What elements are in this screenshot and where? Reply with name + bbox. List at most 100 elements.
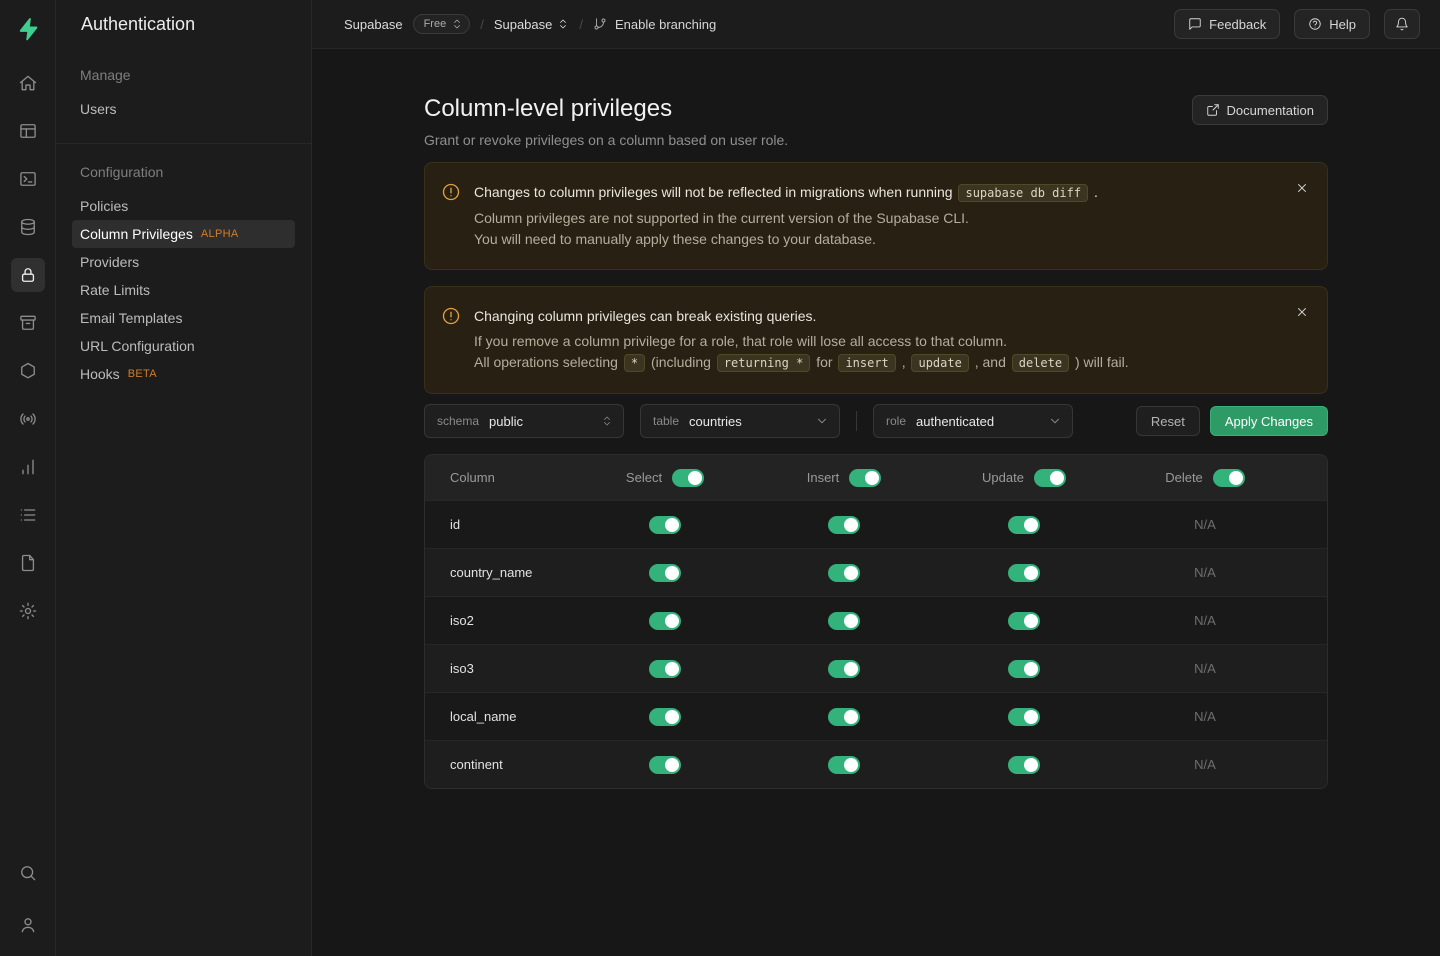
close-banner-button[interactable] [1288, 174, 1316, 202]
toggle-knob [665, 758, 679, 772]
filter-bar: schema public table countries role authe… [424, 404, 1328, 438]
sidebar-item-rate-limits[interactable]: Rate Limits [72, 276, 295, 304]
main-area: Supabase Free / Supabase / Enable branch… [312, 0, 1440, 956]
update-toggle[interactable] [1008, 708, 1040, 726]
feedback-button[interactable]: Feedback [1174, 9, 1280, 39]
toggle-knob [844, 566, 858, 580]
insert-cell [755, 516, 933, 534]
sidebar-item-providers[interactable]: Providers [72, 248, 295, 276]
rail-item-edge-functions[interactable] [11, 354, 45, 388]
content-scroll[interactable]: Column-level privileges Grant or revoke … [312, 49, 1440, 956]
update-cell [933, 756, 1115, 774]
select-toggle[interactable] [649, 564, 681, 582]
table-editor-icon [18, 121, 38, 141]
select-toggle[interactable] [649, 660, 681, 678]
select-toggle[interactable] [649, 756, 681, 774]
privileges-table: Column Select Insert Update [424, 454, 1328, 789]
rail-nav [11, 66, 45, 628]
insert-toggle[interactable] [828, 516, 860, 534]
select-toggle[interactable] [649, 612, 681, 630]
rail-item-sql-editor[interactable] [11, 162, 45, 196]
update-toggle[interactable] [1008, 756, 1040, 774]
insert-all-toggle[interactable] [849, 469, 881, 487]
sidebar-item-url-configuration[interactable]: URL Configuration [72, 332, 295, 360]
column-name: iso2 [425, 613, 575, 628]
select-toggle[interactable] [649, 516, 681, 534]
apply-changes-button[interactable]: Apply Changes [1210, 406, 1328, 436]
rail-item-home[interactable] [11, 66, 45, 100]
reset-button[interactable]: Reset [1136, 406, 1200, 436]
insert-toggle[interactable] [828, 660, 860, 678]
update-all-toggle[interactable] [1034, 469, 1066, 487]
code-chip: returning * [717, 354, 810, 372]
table-value: countries [689, 414, 805, 429]
banner-body: Changing column privileges can break exi… [474, 306, 1129, 374]
toggle-knob [1229, 471, 1243, 485]
topbar: Supabase Free / Supabase / Enable branch… [312, 0, 1440, 49]
toggle-knob [1024, 758, 1038, 772]
close-banner-button[interactable] [1288, 298, 1316, 326]
warning-icon [441, 182, 461, 250]
rail-item-account[interactable] [11, 908, 45, 942]
update-toggle[interactable] [1008, 612, 1040, 630]
documentation-button[interactable]: Documentation [1192, 95, 1328, 125]
column-name: country_name [425, 565, 575, 580]
rail-item-authentication[interactable] [11, 258, 45, 292]
toggle-knob [1024, 614, 1038, 628]
table-select[interactable]: table countries [640, 404, 840, 438]
update-toggle[interactable] [1008, 564, 1040, 582]
schema-value: public [489, 414, 591, 429]
banner-text: Changes to column privileges will not be… [474, 184, 953, 200]
sidebar-item-label: Providers [80, 254, 139, 270]
rail-item-api-docs[interactable] [11, 546, 45, 580]
banner-text: If you remove a column privilege for a r… [474, 331, 1129, 352]
insert-toggle[interactable] [828, 564, 860, 582]
sidebar-item-column-privileges[interactable]: Column Privileges ALPHA [72, 220, 295, 248]
supabase-logo[interactable] [11, 12, 45, 46]
chevron-down-icon [815, 414, 829, 428]
toggle-knob [665, 518, 679, 532]
sidebar-item-policies[interactable]: Policies [72, 192, 295, 220]
plan-badge[interactable]: Free [413, 14, 471, 34]
rail-item-table-editor[interactable] [11, 114, 45, 148]
update-cell [933, 708, 1115, 726]
code-chip: supabase db diff [958, 184, 1088, 202]
org-name[interactable]: Supabase [344, 17, 403, 32]
sidebar-item-users[interactable]: Users [72, 95, 295, 123]
page-subtitle: Grant or revoke privileges on a column b… [424, 132, 788, 148]
git-branch-icon [593, 17, 607, 31]
insert-toggle[interactable] [828, 708, 860, 726]
sidebar-item-hooks[interactable]: Hooks BETA [72, 360, 295, 388]
table-row: iso3 N/A [425, 644, 1327, 692]
rail-item-logs[interactable] [11, 498, 45, 532]
help-button[interactable]: Help [1294, 9, 1370, 39]
toggle-knob [1050, 471, 1064, 485]
beta-badge: BETA [128, 368, 157, 380]
rail-item-storage[interactable] [11, 306, 45, 340]
select-toggle[interactable] [649, 708, 681, 726]
reports-icon [18, 457, 38, 477]
rail-item-settings[interactable] [11, 594, 45, 628]
schema-select[interactable]: schema public [424, 404, 624, 438]
rail-item-realtime[interactable] [11, 402, 45, 436]
sidebar-item-email-templates[interactable]: Email Templates [72, 304, 295, 332]
insert-toggle[interactable] [828, 612, 860, 630]
enable-branching-button[interactable]: Enable branching [593, 17, 716, 32]
update-toggle[interactable] [1008, 660, 1040, 678]
role-value: authenticated [916, 414, 1038, 429]
code-chip: insert [838, 354, 895, 372]
bell-icon [1395, 17, 1409, 31]
update-toggle[interactable] [1008, 516, 1040, 534]
feedback-label: Feedback [1209, 17, 1266, 32]
rail-item-database[interactable] [11, 210, 45, 244]
rail-item-reports[interactable] [11, 450, 45, 484]
chevron-down-icon [1048, 414, 1062, 428]
rail-item-search[interactable] [11, 856, 45, 890]
project-selector[interactable]: Supabase [494, 17, 570, 32]
select-all-toggle[interactable] [672, 469, 704, 487]
insert-toggle[interactable] [828, 756, 860, 774]
update-cell [933, 612, 1115, 630]
delete-all-toggle[interactable] [1213, 469, 1245, 487]
role-select[interactable]: role authenticated [873, 404, 1073, 438]
notifications-button[interactable] [1384, 9, 1420, 39]
